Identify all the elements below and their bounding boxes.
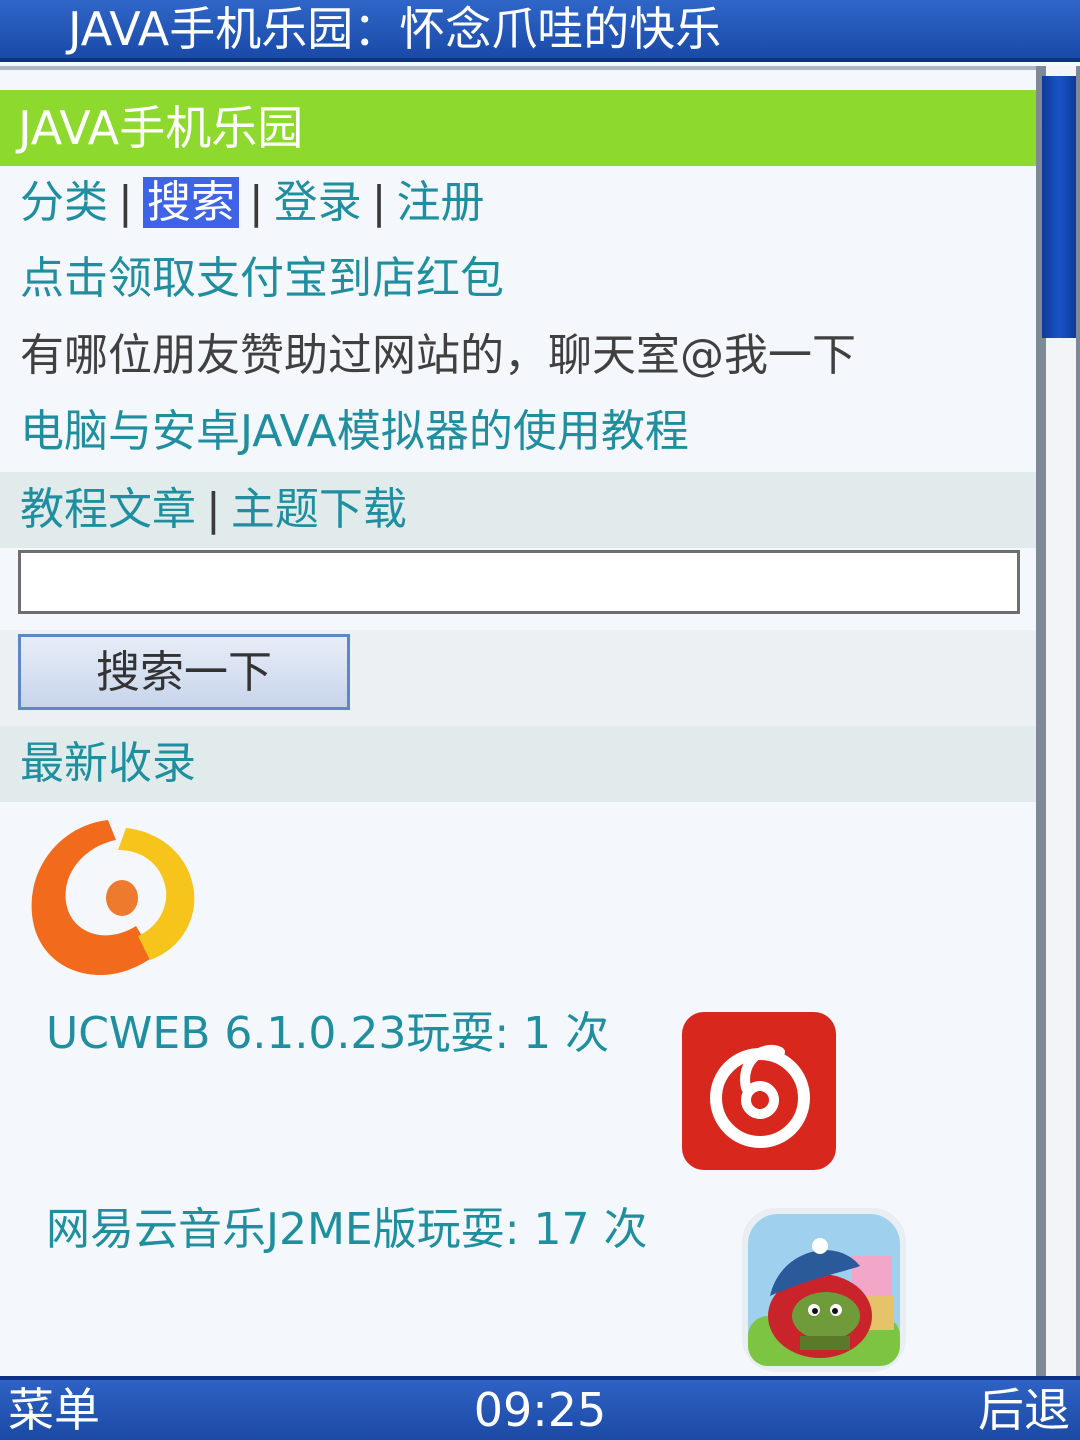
app-netease-plays: 玩耍: 17 次: [416, 1204, 648, 1255]
promo-row: 点击领取支付宝到店红包: [0, 242, 1036, 316]
app-netease-link[interactable]: 网易云音乐J2ME版: [46, 1204, 417, 1255]
softkey-bar: 菜单 09:25 后退: [0, 1376, 1080, 1440]
notice-text: 有哪位朋友赞助过网站的，聊天室@我一下: [20, 330, 856, 381]
tutorial-link[interactable]: 电脑与安卓JAVA模拟器的使用教程: [20, 406, 689, 457]
netease-music-logo-icon[interactable]: [680, 1010, 838, 1172]
nav-category-link[interactable]: 分类: [20, 177, 108, 228]
ucweb-logo-icon[interactable]: [16, 806, 200, 986]
nav-search-link[interactable]: 搜索: [142, 177, 239, 228]
section-links-row: 教程文章 | 主题下载: [0, 472, 1036, 548]
section-separator: |: [206, 484, 221, 535]
angry-birds-icon[interactable]: [740, 1206, 908, 1374]
nav-separator: |: [371, 177, 387, 228]
themes-link[interactable]: 主题下载: [231, 484, 407, 535]
search-input[interactable]: [18, 550, 1020, 614]
scrollbar-thumb[interactable]: [1042, 76, 1076, 338]
back-softkey[interactable]: 后退: [978, 1380, 1070, 1440]
latest-heading[interactable]: 最新收录: [20, 738, 196, 789]
nav-login-link[interactable]: 登录: [274, 177, 362, 228]
vertical-scrollbar[interactable]: [1036, 66, 1080, 1376]
app-ucweb-plays: 玩耍: 1 次: [406, 1008, 610, 1059]
nav-separator: |: [118, 177, 133, 228]
site-header: JAVA手机乐园: [0, 90, 1036, 166]
clock: 09:25: [473, 1383, 607, 1437]
window-title: JAVA手机乐园：怀念爪哇的快乐: [0, 0, 1080, 62]
search-button[interactable]: 搜索一下: [18, 634, 350, 710]
tutorial-row: 电脑与安卓JAVA模拟器的使用教程: [0, 394, 1036, 470]
nav-bar: 分类 | 搜索 | 登录 | 注册: [0, 166, 1036, 240]
app-item-netease: 网易云音乐J2ME版玩耍: 17 次: [46, 1200, 648, 1260]
nav-register-link[interactable]: 注册: [396, 177, 484, 228]
app-item-ucweb: UCWEB 6.1.0.23玩耍: 1 次: [46, 1004, 609, 1064]
articles-link[interactable]: 教程文章: [20, 484, 196, 535]
search-button-area: 搜索一下: [0, 630, 1036, 726]
browser-viewport[interactable]: JAVA手机乐园 分类 | 搜索 | 登录 | 注册 点击领取支付宝到店红包 有哪位朋友赞助…: [0, 66, 1036, 1380]
latest-heading-row: 最新收录: [0, 726, 1036, 802]
app-ucweb-link[interactable]: UCWEB 6.1.0.23: [46, 1008, 406, 1059]
promo-link[interactable]: 点击领取支付宝到店红包: [20, 253, 504, 304]
notice-row: 有哪位朋友赞助过网站的，聊天室@我一下: [0, 318, 1036, 394]
nav-separator: |: [248, 177, 264, 228]
